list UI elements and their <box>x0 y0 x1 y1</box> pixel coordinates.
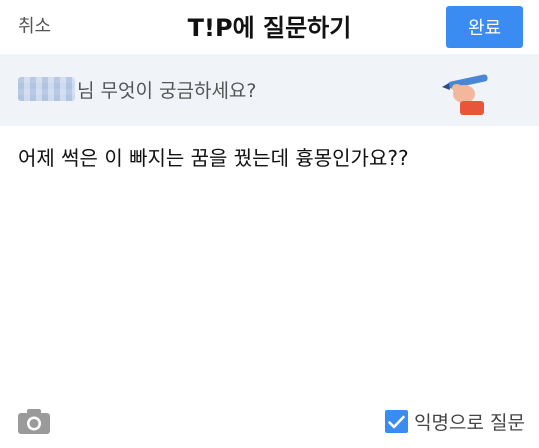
anonymous-label: 익명으로 질문 <box>414 412 525 434</box>
blurred-username <box>18 77 75 101</box>
anonymous-toggle[interactable]: 익명으로 질문 <box>385 408 525 435</box>
hand-pen-icon <box>438 62 490 124</box>
top-bar: 취소 T!P에 질문하기 완료 <box>0 0 539 54</box>
done-button[interactable]: 완료 <box>446 6 523 48</box>
check-icon <box>388 415 405 428</box>
anonymous-checkbox[interactable] <box>385 410 409 433</box>
camera-icon[interactable] <box>17 407 51 439</box>
greeting-banner: 님 무엇이 궁금하세요? <box>0 54 539 126</box>
question-input[interactable] <box>18 145 518 365</box>
cancel-button[interactable]: 취소 <box>18 12 51 38</box>
greeting-prompt: 님 무엇이 궁금하세요? <box>77 80 257 102</box>
